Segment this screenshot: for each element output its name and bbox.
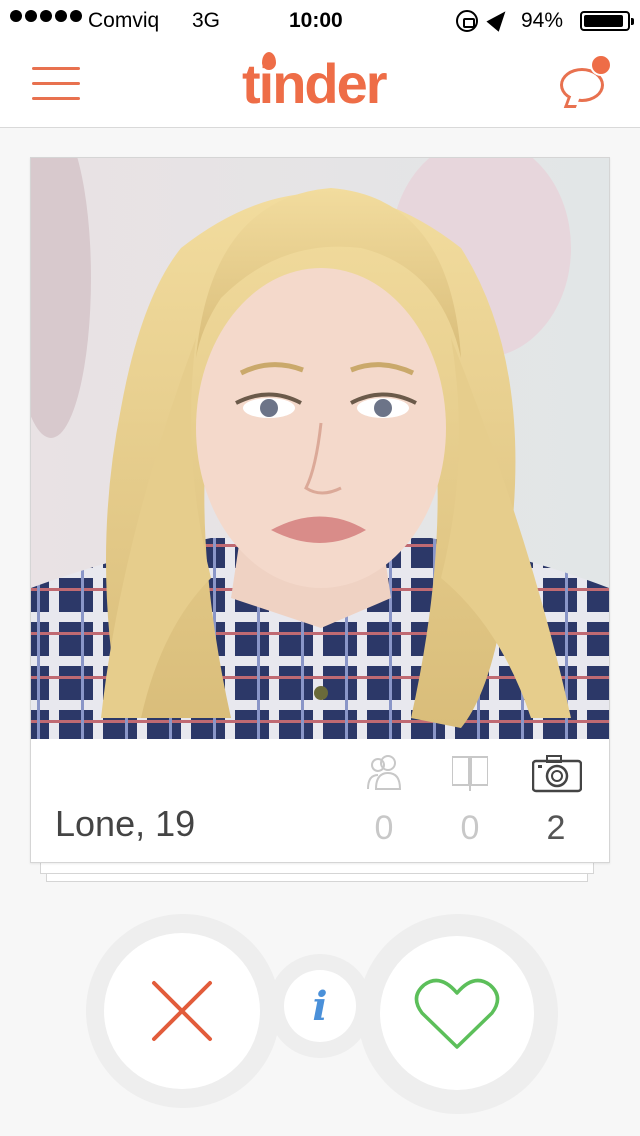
signal-strength-icon (10, 10, 82, 22)
profile-age: 19 (155, 803, 196, 844)
profile-card[interactable]: Lone, 19 0 0 2 (30, 157, 610, 863)
network-type: 3G (192, 9, 221, 32)
flame-icon (262, 52, 276, 70)
dislike-button[interactable] (104, 933, 260, 1089)
camera-icon (532, 755, 582, 793)
shared-friends-icon (367, 755, 402, 790)
hamburger-menu-icon[interactable] (32, 67, 80, 101)
info-icon: i (312, 982, 328, 1030)
book-icon (452, 756, 488, 791)
like-button[interactable] (380, 936, 534, 1090)
shared-friends-count: 0 (374, 809, 394, 847)
carrier-name: Comviq (88, 9, 160, 32)
info-button[interactable]: i (284, 970, 356, 1042)
notification-dot (590, 54, 612, 76)
shared-interests-count: 0 (460, 809, 480, 847)
action-bar: i (0, 914, 640, 1114)
profile-name-age: Lone, 19 (55, 803, 195, 845)
profile-name: Lone, (55, 803, 146, 844)
location-arrow-icon (486, 6, 512, 32)
chat-button[interactable] (556, 54, 614, 110)
x-icon (152, 981, 212, 1041)
top-navigation-bar: tinder (0, 40, 640, 128)
heart-icon (414, 978, 500, 1049)
tinder-logo: tinder (242, 52, 388, 112)
status-bar: Comviq 3G 10:00 94% (0, 0, 640, 40)
battery-icon (580, 11, 634, 31)
profile-photo[interactable] (31, 158, 609, 739)
photos-count: 2 (546, 809, 566, 847)
card-stack-shadow (38, 862, 600, 882)
battery-percent: 94% (521, 9, 564, 32)
profile-info: Lone, 19 0 0 2 (31, 739, 609, 863)
battery-fill (584, 15, 624, 27)
rotation-lock-icon (456, 10, 478, 32)
clock: 10:00 (289, 9, 343, 32)
